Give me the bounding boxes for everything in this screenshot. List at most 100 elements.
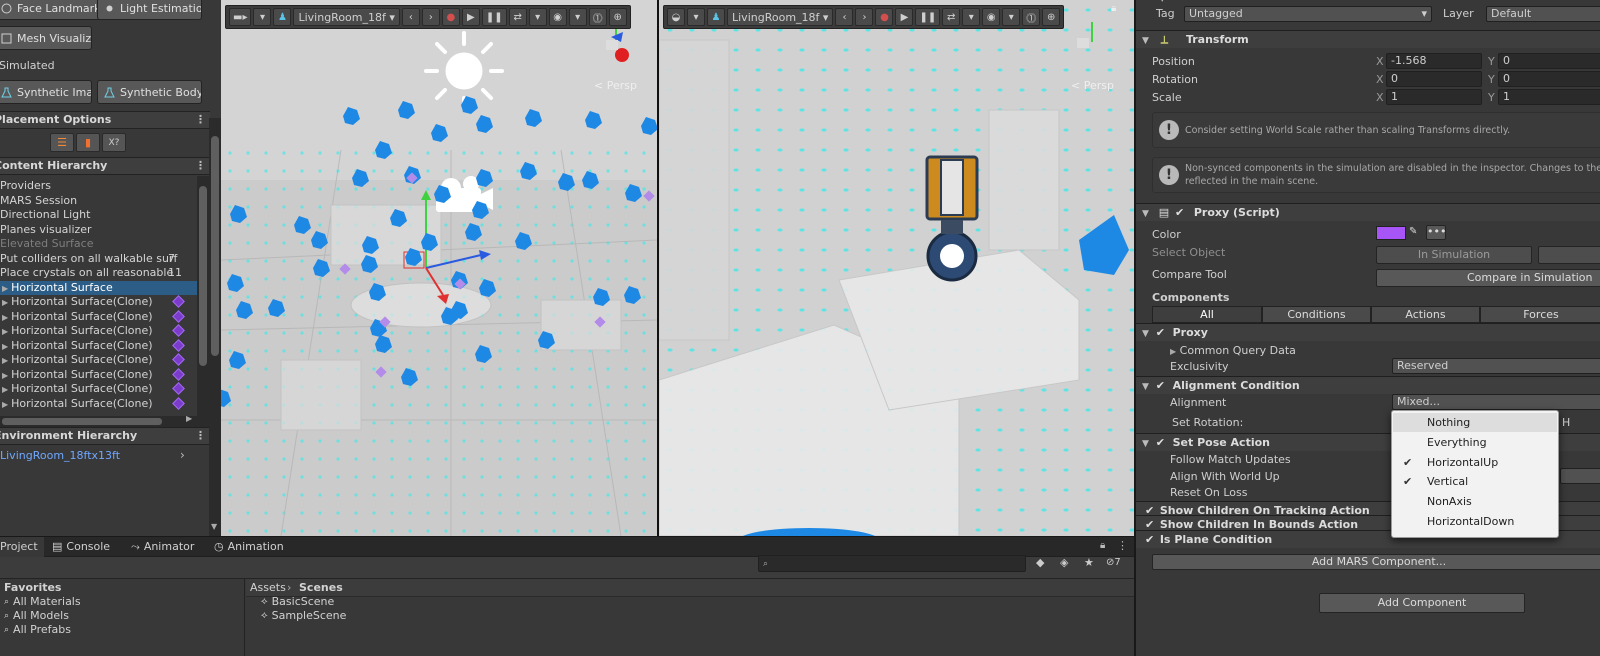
hierarchy-item[interactable]: ▶ Horizontal Surface(Clone)	[0, 324, 197, 339]
hierarchy-h-scrollbar[interactable]: ▶	[0, 414, 210, 427]
scene-view[interactable]: ▬▸ ▾ ♟ LivingRoom_18f ▾ ‹ › ● ▶ ❚❚ ⇄ ▾ ◉…	[221, 0, 657, 536]
hierarchy-item[interactable]: Place crystals on all reasonable 11	[0, 266, 197, 281]
lock-icon[interactable]: 🔒︎	[1100, 540, 1105, 551]
chevron-right-icon[interactable]: ▶	[2, 298, 8, 307]
visibility-dropdown[interactable]: ▾	[568, 8, 587, 26]
camera-mode-button[interactable]: ▬▸	[229, 8, 252, 26]
x-tool-button[interactable]: X?	[102, 133, 126, 152]
person-view-button[interactable]: ♟	[273, 8, 292, 26]
enable-checkbox[interactable]: ✔	[1156, 327, 1167, 338]
set-rotation-value[interactable]: H	[1562, 416, 1570, 429]
project-search-input[interactable]: ⌕	[758, 555, 1026, 572]
favorites-header[interactable]: Favorites	[4, 581, 61, 594]
scroll-right-icon[interactable]: ▶	[186, 414, 192, 423]
scale-x-input[interactable]: 1	[1386, 89, 1482, 105]
tag-icon[interactable]: ◈	[1060, 556, 1068, 569]
enable-checkbox[interactable]: ✔	[1175, 207, 1186, 218]
scene-file[interactable]: ⟡ SampleScene	[261, 609, 346, 622]
simulation-mode-button[interactable]: ◒	[667, 8, 685, 26]
environment-item[interactable]: LivingRoom_18ftx13ft ›	[0, 448, 198, 465]
dropdown-option[interactable]: ✔ HorizontalUp	[1393, 453, 1557, 472]
common-query-data[interactable]: ▶ Common Query Data	[1170, 344, 1296, 357]
breadcrumb-assets[interactable]: Assets	[250, 581, 286, 594]
hierarchy-item[interactable]: Put colliders on all walkable surf 7	[0, 252, 197, 267]
next-environment-button[interactable]: ›	[421, 8, 440, 26]
light-estimation-button[interactable]: Light Estimation	[97, 0, 202, 20]
hierarchy-item[interactable]: ▶ Horizontal Surface(Clone)	[0, 368, 197, 383]
hierarchy-item[interactable]: Directional Light	[0, 208, 197, 223]
visibility-dropdown[interactable]: ▾	[1002, 8, 1021, 26]
enable-checkbox[interactable]: ✔	[1145, 519, 1156, 530]
favorite-item[interactable]: ⌕ All Models	[4, 609, 69, 622]
prev-environment-button[interactable]: ‹	[835, 8, 854, 26]
eyedropper-icon[interactable]: ✎	[1409, 226, 1417, 237]
info-button[interactable]: ⓵	[588, 8, 607, 26]
kebab-icon[interactable]: ⋮	[195, 158, 206, 174]
alignment-condition-header[interactable]: ▼ ✔ Alignment Condition	[1136, 376, 1600, 394]
chevron-right-icon[interactable]: ▶	[2, 327, 8, 336]
robot-proxy[interactable]	[925, 155, 979, 282]
tab-actions[interactable]: Actions	[1371, 306, 1480, 323]
transform-header[interactable]: ▼ ⟂ Transform	[1136, 30, 1600, 48]
visibility-button[interactable]: ◉	[548, 8, 567, 26]
info-button[interactable]: ⓵	[1022, 8, 1041, 26]
scroll-down-icon[interactable]: ▼	[211, 522, 217, 531]
proxy-script-header[interactable]: ▼ ▤ ✔ Proxy (Script)	[1136, 203, 1600, 221]
exclusivity-dropdown[interactable]: Reserved	[1392, 358, 1600, 374]
chevron-down-icon[interactable]: ▾	[1160, 0, 1165, 5]
layer-dropdown[interactable]: Default	[1486, 6, 1600, 22]
record-button[interactable]: ●	[441, 8, 460, 26]
sync-button[interactable]: ⇄	[942, 8, 961, 26]
dropdown-option[interactable]: ✔ Vertical	[1393, 472, 1557, 491]
record-button[interactable]: ●	[875, 8, 894, 26]
tab-forces[interactable]: Forces	[1480, 306, 1600, 323]
position-y-input[interactable]: 0	[1498, 53, 1600, 69]
chevron-right-icon[interactable]: ▶	[2, 400, 8, 409]
content-hierarchy-header[interactable]: Content Hierarchy ⋮	[0, 157, 210, 175]
in-simulation-button[interactable]: In Simulation	[1376, 246, 1532, 264]
scale-y-input[interactable]: 1	[1498, 89, 1600, 105]
breadcrumb-scenes[interactable]: Scenes	[299, 581, 343, 594]
sync-button[interactable]: ⇄	[508, 8, 527, 26]
dropdown-option[interactable]: Everything	[1393, 433, 1557, 452]
mesh-visualizer-button[interactable]: Mesh Visualizer	[0, 26, 92, 50]
persp-label[interactable]: < Persp	[1071, 79, 1114, 92]
hierarchy-scrollbar[interactable]	[197, 176, 209, 416]
color-swatch[interactable]	[1376, 226, 1406, 240]
hierarchy-scroll-thumb[interactable]	[199, 186, 207, 366]
kebab-icon[interactable]: ⋮	[195, 428, 206, 444]
hierarchy-item[interactable]: ▶ Horizontal Surface(Clone)	[0, 353, 197, 368]
favorite-item[interactable]: ⌕ All Materials	[4, 595, 81, 608]
position-x-input[interactable]: -1.568	[1386, 53, 1482, 69]
chevron-right-icon[interactable]: ▶	[2, 356, 8, 365]
add-mars-component-button[interactable]: Add MARS Component...	[1152, 554, 1600, 570]
hierarchy-item[interactable]: ▶ Horizontal Surface	[0, 280, 197, 295]
hierarchy-item[interactable]: ▶ Horizontal Surface(Clone)	[0, 310, 197, 325]
more-options-button[interactable]: •••	[1426, 225, 1446, 240]
rotation-x-input[interactable]: 0	[1386, 71, 1482, 87]
simulation-view[interactable]: ◒ ▾ ♟ LivingRoom_18f ▾ ‹ › ● ▶ ❚❚ ⇄ ▾ ◉ …	[659, 0, 1134, 536]
environment-dropdown[interactable]: LivingRoom_18f ▾	[727, 8, 834, 26]
hierarchy-item[interactable]: ▶ Horizontal Surface(Clone)	[0, 339, 197, 354]
tab-all[interactable]: All	[1152, 306, 1262, 323]
view-mode-dropdown[interactable]: ▾	[253, 8, 272, 26]
chevron-right-icon[interactable]: ▶	[2, 342, 8, 351]
hierarchy-item[interactable]: ▶ Horizontal Surface(Clone)	[0, 397, 197, 412]
chevron-right-icon[interactable]: ▶	[2, 385, 8, 394]
environment-hierarchy-header[interactable]: Environment Hierarchy ⋮	[0, 427, 210, 445]
filter-type-icon[interactable]: ◆	[1036, 556, 1044, 569]
dropdown-option[interactable]: NonAxis	[1393, 492, 1557, 511]
panel-scrollbar[interactable]: ▼	[209, 118, 221, 536]
tab-console[interactable]: ▤ Console	[52, 537, 110, 557]
visibility-button[interactable]: ◉	[982, 8, 1001, 26]
add-component-button[interactable]: Add Component	[1319, 593, 1525, 613]
chevron-right-icon[interactable]: ▶	[2, 313, 8, 322]
rule-tool-button[interactable]: ☰	[50, 133, 74, 152]
hidden-packages-button[interactable]: ⊘7	[1106, 557, 1121, 568]
select-secondary-button[interactable]	[1538, 246, 1600, 264]
enable-checkbox[interactable]: ✔	[1156, 437, 1167, 448]
favorite-item[interactable]: ⌕ All Prefabs	[4, 623, 71, 636]
tab-project[interactable]: Project	[0, 537, 44, 557]
chevron-right-icon[interactable]: ›	[180, 448, 185, 462]
pause-button[interactable]: ❚❚	[481, 8, 507, 26]
